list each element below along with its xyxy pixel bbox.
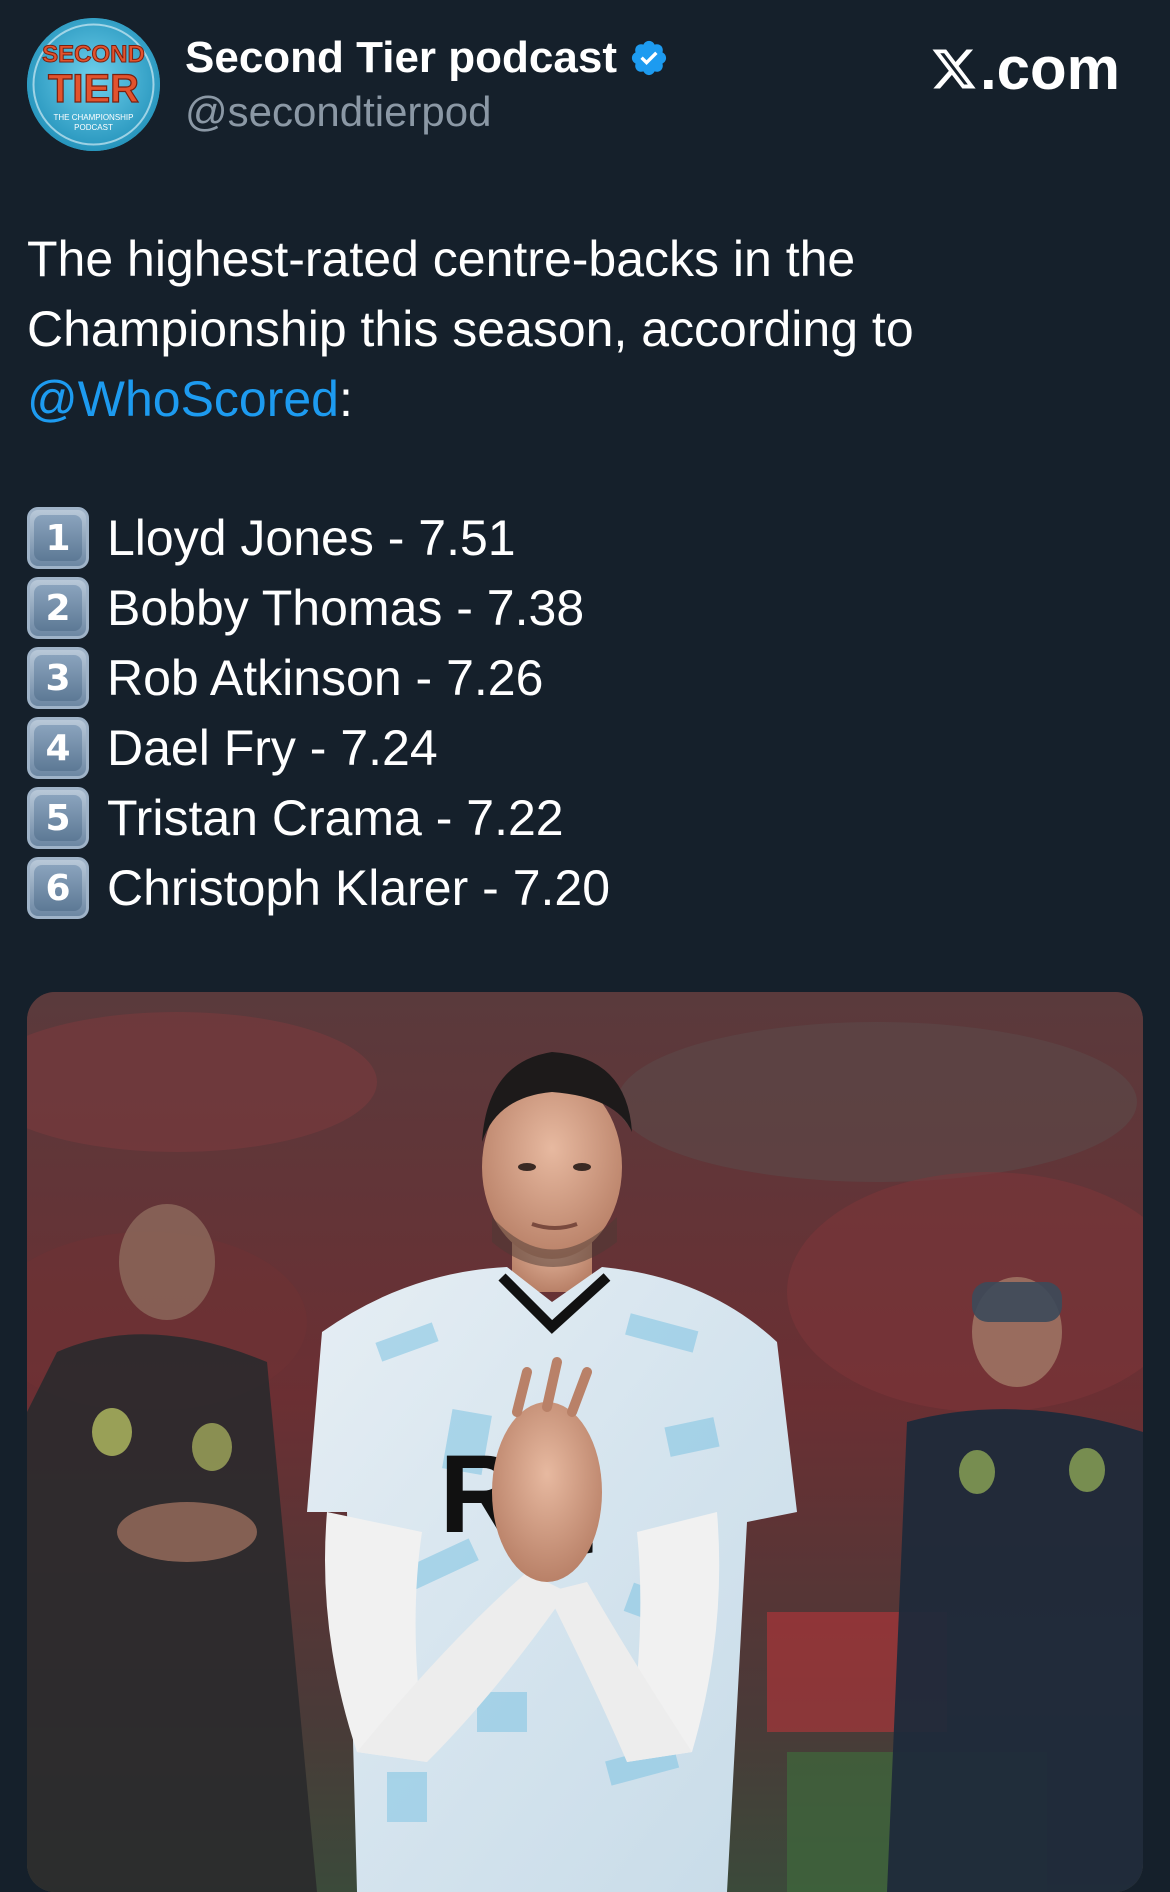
site-brand: .com bbox=[930, 38, 1120, 100]
site-suffix: .com bbox=[979, 35, 1120, 102]
display-name-row[interactable]: Second Tier podcast bbox=[185, 30, 669, 86]
tweet-text: The highest-rated centre-backs in the Ch… bbox=[27, 224, 1137, 434]
list-item: 6 Christoph Klarer - 7.20 bbox=[27, 853, 1137, 923]
ranking-text: Bobby Thomas - 7.38 bbox=[107, 580, 585, 636]
ranking-text: Tristan Crama - 7.22 bbox=[107, 790, 564, 846]
display-name[interactable]: Second Tier podcast bbox=[185, 33, 617, 83]
tweet-media-photo[interactable]: RQ bbox=[27, 992, 1143, 1892]
x-logo-icon bbox=[930, 45, 978, 93]
keycap-digit-five-icon: 5 bbox=[27, 787, 89, 849]
rankings-list: 1 Lloyd Jones - 7.51 2 Bobby Thomas - 7.… bbox=[27, 503, 1137, 923]
keycap-digit-six-icon: 6 bbox=[27, 857, 89, 919]
tweet-intro-text: The highest-rated centre-backs in the Ch… bbox=[27, 231, 914, 357]
keycap-digit-three-icon: 3 bbox=[27, 647, 89, 709]
handle[interactable]: @secondtierpod bbox=[185, 88, 492, 136]
avatar[interactable]: SECOND TIER THE CHAMPIONSHIP PODCAST bbox=[27, 18, 160, 151]
list-item: 1 Lloyd Jones - 7.51 bbox=[27, 503, 1137, 573]
list-item: 2 Bobby Thomas - 7.38 bbox=[27, 573, 1137, 643]
ranking-text: Dael Fry - 7.24 bbox=[107, 720, 438, 776]
avatar-text-2: TIER bbox=[48, 67, 139, 111]
verified-badge-icon bbox=[629, 38, 669, 78]
keycap-digit-one-icon: 1 bbox=[27, 507, 89, 569]
keycap-digit-four-icon: 4 bbox=[27, 717, 89, 779]
list-item: 5 Tristan Crama - 7.22 bbox=[27, 783, 1137, 853]
tweet-colon: : bbox=[339, 371, 353, 427]
tweet-card: SECOND TIER THE CHAMPIONSHIP PODCAST Sec… bbox=[0, 0, 1170, 1892]
list-item: 4 Dael Fry - 7.24 bbox=[27, 713, 1137, 783]
ranking-text: Rob Atkinson - 7.26 bbox=[107, 650, 544, 706]
keycap-digit-two-icon: 2 bbox=[27, 577, 89, 639]
avatar-text-3: THE CHAMPIONSHIP bbox=[53, 113, 133, 122]
ranking-text: Christoph Klarer - 7.20 bbox=[107, 860, 611, 916]
ranking-text: Lloyd Jones - 7.51 bbox=[107, 510, 516, 566]
mention-link[interactable]: @WhoScored bbox=[27, 371, 339, 427]
avatar-text-4: PODCAST bbox=[74, 123, 113, 132]
list-item: 3 Rob Atkinson - 7.26 bbox=[27, 643, 1137, 713]
avatar-text-1: SECOND bbox=[42, 41, 145, 68]
